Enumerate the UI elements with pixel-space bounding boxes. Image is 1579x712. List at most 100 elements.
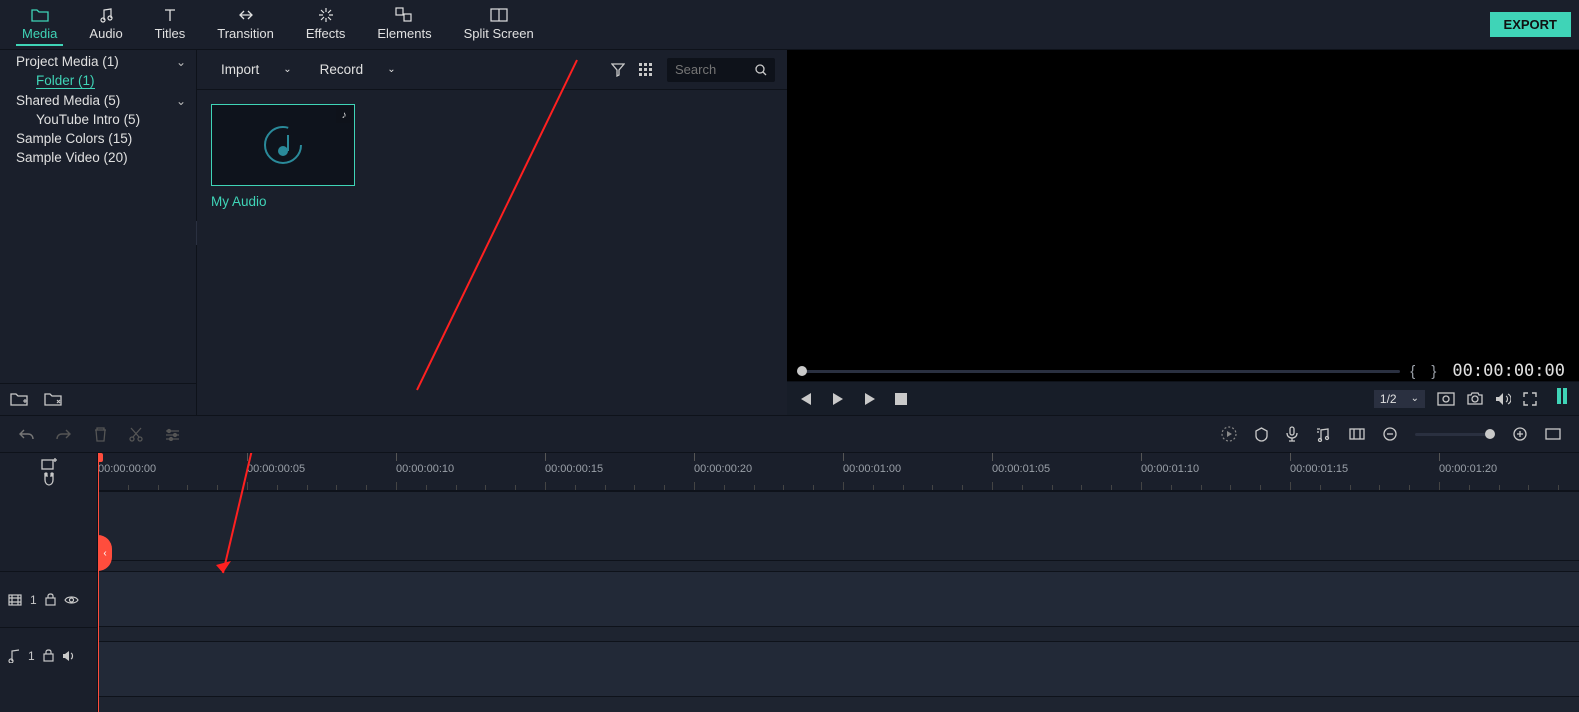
tab-transition[interactable]: Transition [201, 0, 290, 45]
preview-scrub-track[interactable] [797, 370, 1400, 373]
preview-screen[interactable] [787, 50, 1579, 361]
search-box[interactable] [667, 58, 775, 82]
tab-split-screen[interactable]: Split Screen [448, 0, 550, 45]
media-item[interactable]: ♪ My Audio [211, 104, 355, 209]
tab-audio[interactable]: Audio [73, 0, 138, 45]
track-headers: 1 1 [0, 453, 98, 712]
zoom-slider-handle[interactable] [1485, 429, 1495, 439]
ruler-tick: 00:00:00:00 [98, 453, 156, 475]
transition-icon [238, 6, 254, 24]
music-note-icon [98, 6, 114, 24]
tree-shared-media[interactable]: Shared Media (5) ⌄ [0, 91, 196, 110]
crop-button[interactable] [1349, 428, 1365, 440]
chevron-down-icon: ⌄ [1411, 393, 1419, 404]
voiceover-button[interactable] [1286, 426, 1298, 442]
new-folder-button[interactable] [10, 392, 28, 407]
record-dropdown[interactable]: Record ⌄ [308, 58, 408, 81]
search-input[interactable] [675, 62, 755, 77]
zoom-in-button[interactable] [1513, 427, 1527, 441]
cut-button[interactable] [129, 427, 143, 442]
tab-elements[interactable]: Elements [361, 0, 447, 45]
volume-button[interactable] [1495, 392, 1511, 406]
snapshot-button[interactable] [1467, 392, 1483, 405]
next-frame-button[interactable] [863, 392, 877, 406]
timeline-toolbar [0, 415, 1579, 453]
settings-button[interactable] [165, 428, 180, 441]
tab-label: Media [22, 26, 57, 41]
tree-project-media[interactable]: Project Media (1) ⌄ [0, 52, 196, 71]
spacer-lane [98, 491, 1579, 561]
ruler-tick: 00:00:00:15 [545, 453, 603, 475]
tab-titles[interactable]: Titles [139, 0, 202, 45]
ruler-tick: 00:00:00:20 [694, 453, 752, 475]
tab-label: Elements [377, 26, 431, 41]
video-track-header[interactable]: 1 [0, 571, 97, 627]
text-icon [162, 6, 178, 24]
preview-panel: { } 00:00:00:00 1/2 ⌄ [787, 50, 1579, 415]
lock-icon[interactable] [45, 593, 56, 606]
stop-button[interactable] [895, 393, 907, 405]
render-button[interactable] [1221, 426, 1237, 442]
zoom-fit-button[interactable] [1545, 428, 1561, 440]
preview-zoom-select[interactable]: 1/2 ⌄ [1374, 390, 1425, 408]
dropdown-label: Import [221, 62, 259, 77]
video-track-lane[interactable] [98, 571, 1579, 627]
zoom-out-button[interactable] [1383, 427, 1397, 441]
add-track-button[interactable] [41, 457, 57, 470]
chevron-down-icon: ⌄ [176, 55, 186, 69]
preview-controls: 1/2 ⌄ [787, 381, 1579, 415]
level-meter-icon [1549, 388, 1567, 409]
tree-label: Project Media (1) [16, 54, 119, 69]
tree-sample-colors[interactable]: Sample Colors (15) [0, 129, 196, 148]
play-button[interactable] [831, 392, 845, 406]
timeline: 1 1 00:00:00:0000:00:00:0500:00:00:1000:… [0, 453, 1579, 712]
lock-icon[interactable] [43, 649, 54, 662]
tab-label: Titles [155, 26, 186, 41]
delete-folder-button[interactable] [44, 392, 62, 407]
zoom-slider[interactable] [1415, 433, 1495, 436]
fullscreen-button[interactable] [1523, 392, 1537, 406]
grid-view-button[interactable] [639, 63, 653, 77]
middle-panel: Project Media (1) ⌄ Folder (1) Shared Me… [0, 50, 1579, 415]
chevron-down-icon: ⌄ [283, 64, 291, 75]
ruler-tick: 00:00:01:15 [1290, 453, 1348, 475]
audio-mixer-button[interactable] [1316, 427, 1331, 442]
split-screen-icon [490, 6, 508, 24]
speaker-icon[interactable] [62, 650, 76, 662]
filter-button[interactable] [611, 63, 625, 77]
marker-button[interactable] [1255, 427, 1268, 442]
tab-label: Split Screen [464, 26, 534, 41]
timeline-ruler[interactable]: 00:00:00:0000:00:00:0500:00:00:1000:00:0… [98, 453, 1579, 491]
timeline-tracks[interactable]: 00:00:00:0000:00:00:0500:00:00:1000:00:0… [98, 453, 1579, 712]
ruler-tick: 00:00:01:05 [992, 453, 1050, 475]
media-sidebar: Project Media (1) ⌄ Folder (1) Shared Me… [0, 50, 197, 415]
tree-sample-video[interactable]: Sample Video (20) [0, 148, 196, 167]
tab-effects[interactable]: Effects [290, 0, 362, 45]
prev-frame-button[interactable] [799, 392, 813, 406]
tree-folder[interactable]: Folder (1) [0, 71, 196, 91]
eye-icon[interactable] [64, 595, 79, 605]
quality-button[interactable] [1437, 392, 1455, 406]
track-index: 1 [28, 649, 35, 663]
film-icon [8, 594, 22, 606]
import-dropdown[interactable]: Import ⌄ [209, 58, 304, 81]
media-thumbnail[interactable]: ♪ [211, 104, 355, 186]
undo-button[interactable] [18, 427, 34, 441]
tab-media[interactable]: Media [6, 0, 73, 45]
audio-track-lane[interactable] [98, 641, 1579, 697]
magnet-button[interactable] [42, 472, 56, 487]
redo-button[interactable] [56, 427, 72, 441]
tab-label: Effects [306, 26, 346, 41]
chevron-down-icon: ⌄ [387, 64, 395, 75]
audio-track-header[interactable]: 1 [0, 627, 97, 683]
preview-scrub-handle[interactable] [797, 366, 807, 376]
mark-in-out-icon[interactable]: { } [1410, 363, 1442, 380]
delete-button[interactable] [94, 427, 107, 442]
playhead[interactable] [98, 453, 99, 712]
tree-youtube-intro[interactable]: YouTube Intro (5) [0, 110, 196, 129]
search-icon [755, 64, 767, 76]
tree-label: Folder (1) [36, 73, 95, 89]
export-button[interactable]: EXPORT [1490, 12, 1571, 37]
ruler-tick: 00:00:00:05 [247, 453, 305, 475]
media-browser: Import ⌄ Record ⌄ [197, 50, 787, 415]
